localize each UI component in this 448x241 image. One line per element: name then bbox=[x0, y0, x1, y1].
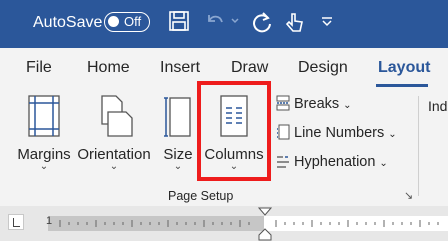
group-separator bbox=[418, 96, 419, 196]
autosave-toggle[interactable]: Off bbox=[104, 12, 150, 32]
size-icon bbox=[164, 97, 191, 137]
line-numbers-icon bbox=[277, 124, 290, 140]
breaks-label: Breaks bbox=[294, 96, 340, 112]
save-icon[interactable] bbox=[168, 10, 190, 32]
margins-button[interactable]: Margins ⌄ bbox=[14, 94, 74, 172]
chevron-down-icon: ⌄ bbox=[388, 129, 397, 140]
undo-icon[interactable] bbox=[204, 10, 226, 32]
orientation-icon bbox=[101, 95, 133, 137]
redo-icon[interactable] bbox=[250, 10, 274, 34]
touch-mode-icon[interactable] bbox=[284, 10, 306, 34]
orientation-button[interactable]: Orientation ⌄ bbox=[74, 94, 154, 172]
tab-design[interactable]: Design bbox=[298, 59, 348, 77]
hyphenation-button[interactable]: Hyphenation ⌄ bbox=[276, 153, 388, 170]
autosave-label: AutoSave bbox=[33, 14, 103, 31]
tab-insert[interactable]: Insert bbox=[160, 59, 200, 77]
toggle-knob bbox=[108, 16, 119, 27]
undo-dropdown-icon[interactable] bbox=[230, 16, 240, 26]
breaks-icon bbox=[276, 95, 290, 111]
customize-quick-access-icon[interactable] bbox=[320, 16, 334, 28]
line-numbers-label: Line Numbers bbox=[294, 125, 385, 141]
tab-file[interactable]: File bbox=[26, 59, 52, 77]
page-setup-dialog-launcher-icon[interactable]: ↘ bbox=[404, 189, 413, 202]
chevron-down-icon: ⌄ bbox=[379, 158, 388, 169]
active-tab-indicator bbox=[376, 84, 428, 87]
indent-group-label: Ind bbox=[428, 98, 448, 114]
ruler-ticks bbox=[59, 220, 439, 227]
title-bar: AutoSave Off bbox=[0, 0, 448, 48]
chevron-down-icon: ⌄ bbox=[343, 100, 352, 111]
breaks-button[interactable]: Breaks ⌄ bbox=[276, 95, 352, 112]
autosave-state: Off bbox=[124, 14, 142, 29]
tab-layout[interactable]: Layout bbox=[378, 59, 430, 77]
hyphenation-label: Hyphenation bbox=[294, 154, 376, 170]
ruler: 1 bbox=[0, 206, 448, 241]
line-numbers-button[interactable]: Line Numbers ⌄ bbox=[276, 124, 397, 141]
margins-icon bbox=[28, 95, 60, 137]
tab-draw[interactable]: Draw bbox=[231, 59, 268, 77]
indent-marker-icon[interactable] bbox=[258, 206, 272, 241]
tab-home[interactable]: Home bbox=[87, 59, 130, 77]
size-button[interactable]: Size ⌄ bbox=[158, 94, 198, 172]
page-setup-group-label: Page Setup bbox=[168, 189, 234, 203]
hyphenation-icon bbox=[277, 156, 289, 168]
columns-highlight-box bbox=[197, 81, 271, 181]
